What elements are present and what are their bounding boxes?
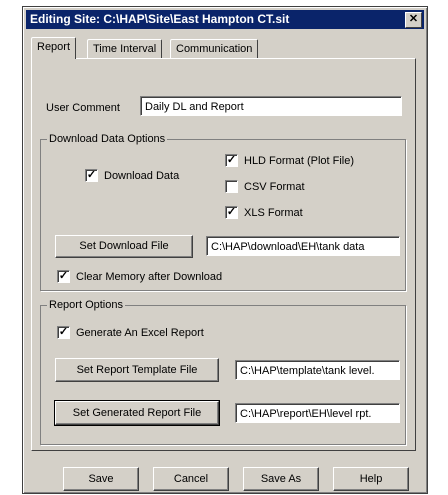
hld-format-label: HLD Format (Plot File) — [244, 154, 355, 167]
generated-path-field[interactable]: C:\HAP\report\EH\level rpt. — [235, 403, 400, 423]
report-options-group: Report Options ✓ Generate An Excel Repor… — [40, 299, 406, 445]
cancel-button[interactable]: Cancel — [153, 467, 229, 491]
set-generated-report-button[interactable]: Set Generated Report File — [54, 400, 220, 426]
set-report-template-button[interactable]: Set Report Template File — [55, 358, 219, 382]
xls-format-checkbox[interactable]: ✓ XLS Format — [225, 206, 303, 219]
download-file-path-field[interactable]: C:\HAP\download\EH\tank data — [206, 236, 400, 256]
set-download-file-button[interactable]: Set Download File — [55, 235, 193, 258]
generate-excel-label: Generate An Excel Report — [76, 326, 204, 339]
tab-time-interval[interactable]: Time Interval — [87, 39, 163, 58]
dialog-footer: Save Cancel Save As Help — [23, 465, 427, 493]
download-data-check-icon: ✓ — [85, 169, 98, 182]
generate-excel-check-icon: ✓ — [57, 326, 70, 339]
editing-site-dialog: Editing Site: C:\HAP\Site\East Hampton C… — [22, 6, 428, 494]
clear-memory-checkbox[interactable]: ✓ Clear Memory after Download — [57, 270, 222, 283]
download-options-legend: Download Data Options — [47, 133, 168, 145]
user-comment-input[interactable]: Daily DL and Report — [140, 96, 402, 116]
close-icon[interactable]: ✕ — [405, 12, 422, 28]
template-path-field[interactable]: C:\HAP\template\tank level. — [235, 360, 400, 380]
csv-format-label: CSV Format — [244, 180, 305, 193]
download-data-checkbox[interactable]: ✓ Download Data — [85, 169, 179, 182]
help-button[interactable]: Help — [333, 467, 409, 491]
clear-memory-check-icon: ✓ — [57, 270, 70, 283]
user-comment-label: User Comment — [46, 102, 120, 114]
hld-format-checkbox[interactable]: ✓ HLD Format (Plot File) — [225, 154, 354, 167]
xls-format-label: XLS Format — [244, 206, 303, 219]
csv-format-checkbox[interactable]: CSV Format — [225, 180, 305, 193]
tab-communication[interactable]: Communication — [170, 39, 259, 58]
hld-format-check-icon: ✓ — [225, 154, 238, 167]
clear-memory-label: Clear Memory after Download — [76, 270, 223, 283]
download-options-group: Download Data Options ✓ Download Data ✓ … — [40, 133, 406, 291]
report-tab-panel: User Comment Daily DL and Report Downloa… — [31, 58, 416, 451]
title-bar[interactable]: Editing Site: C:\HAP\Site\East Hampton C… — [26, 10, 424, 29]
download-data-label: Download Data — [104, 169, 180, 182]
tab-report[interactable]: Report — [31, 37, 77, 59]
xls-format-check-icon: ✓ — [225, 206, 238, 219]
report-options-legend: Report Options — [47, 299, 125, 311]
save-button[interactable]: Save — [63, 467, 139, 491]
save-as-button[interactable]: Save As — [243, 467, 319, 491]
generate-excel-checkbox[interactable]: ✓ Generate An Excel Report — [57, 326, 204, 339]
csv-format-check-icon — [225, 180, 238, 193]
window-title: Editing Site: C:\HAP\Site\East Hampton C… — [30, 12, 290, 26]
